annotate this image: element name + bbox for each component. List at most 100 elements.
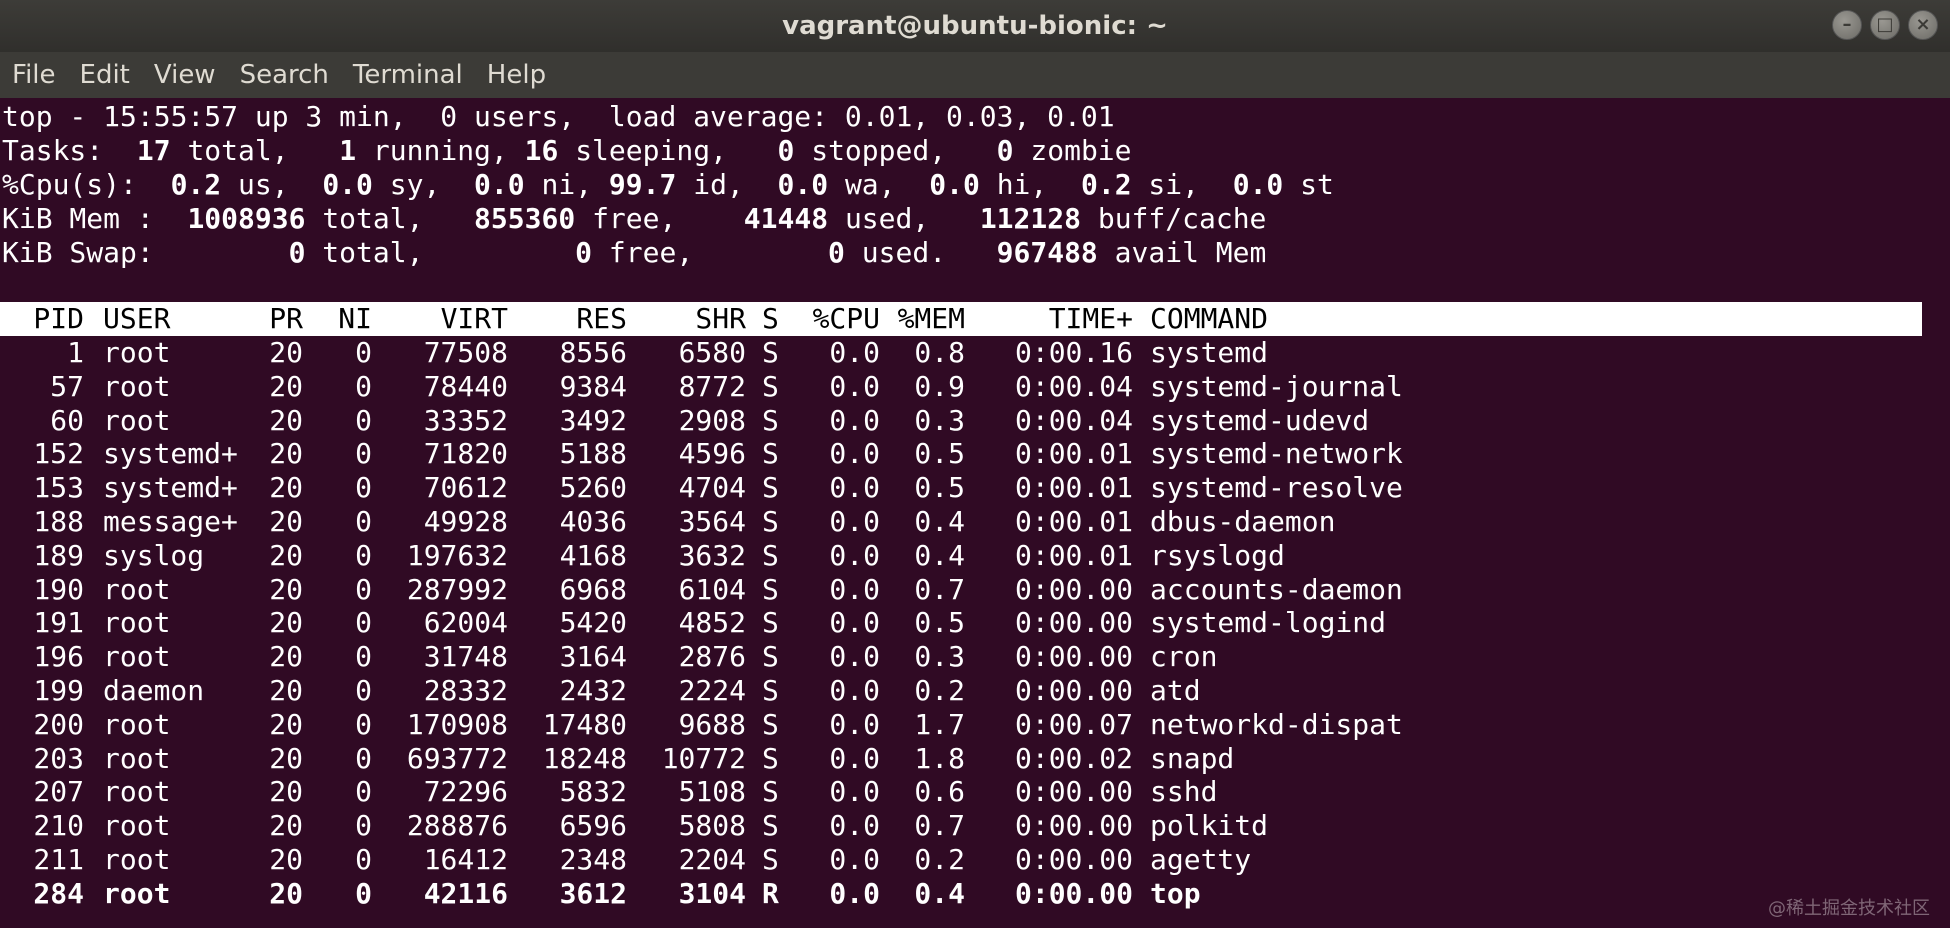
- cell-pid: 196: [33, 640, 84, 674]
- cell-pid: 203: [33, 741, 84, 775]
- header-shr: SHR: [695, 302, 746, 335]
- close-button[interactable]: ×: [1908, 10, 1938, 40]
- table-row: 153 systemd+ 20 0 70612 5260 4704 S 0.0 0.5 0:00.0…: [0, 471, 1922, 505]
- swap-line: KiB Swap: 0 total, 0 free, 0 used. 96748…: [2, 236, 1266, 270]
- cpu-sy: 0.0: [322, 168, 373, 201]
- cell-user: root: [103, 369, 171, 403]
- header-command: COMMAND: [1150, 302, 1269, 335]
- menu-view[interactable]: View: [142, 60, 228, 90]
- menu-search[interactable]: Search: [228, 60, 341, 90]
- cell-pr: 20: [269, 336, 303, 369]
- title-bar[interactable]: vagrant@ubuntu-bionic: ~ – □ ×: [0, 0, 1950, 52]
- cell-command: sshd: [1150, 775, 1218, 809]
- cell-mem: 0.5: [914, 471, 965, 505]
- tasks-label: Tasks:: [2, 134, 104, 167]
- cell-mem: 1.7: [914, 707, 965, 741]
- cell-user: message+: [103, 505, 238, 538]
- cell-cpu: 0.0: [829, 775, 880, 809]
- cell-pr: 20: [269, 437, 303, 471]
- uptime-line: top - 15:55:57 up 3 min, 0 users, load a…: [2, 100, 1115, 133]
- tasks-line: Tasks: 17 total, 1 running, 16 sleeping,…: [2, 134, 1132, 168]
- cell-command: systemd-udevd: [1150, 403, 1370, 437]
- cell-pr: 20: [269, 505, 303, 538]
- cell-virt: 72296: [423, 775, 508, 809]
- cell-pid: 199: [33, 674, 84, 707]
- cell-command: networkd-dispat: [1150, 707, 1403, 741]
- cell-pr: 20: [269, 809, 303, 843]
- table-row: 210 root 20 0 288876 6596 5808 S 0.0 0.7 0:00.00 po…: [0, 809, 1922, 843]
- cell-state: S: [762, 505, 779, 538]
- tasks-stopped: 0: [777, 134, 795, 167]
- cell-state: S: [762, 403, 779, 437]
- cell-cpu: 0.0: [829, 876, 880, 910]
- cpu-us-label: us,: [238, 168, 289, 201]
- table-row: 199 daemon 20 0 28332 2432 2224 S 0.0 0.2 0:00.00 a…: [0, 674, 1922, 708]
- cell-state: S: [762, 471, 779, 505]
- cell-user: systemd+: [103, 471, 238, 505]
- cell-cpu: 0.0: [829, 471, 880, 505]
- menu-edit[interactable]: Edit: [68, 60, 142, 90]
- cell-command: atd: [1150, 674, 1201, 707]
- header-pr: PR: [269, 302, 303, 335]
- cell-pid: 284: [33, 876, 84, 910]
- cell-pid: 191: [33, 606, 84, 640]
- cell-shr: 6104: [678, 572, 746, 606]
- cell-ni: 0: [355, 775, 372, 809]
- cell-shr: 6580: [678, 336, 746, 369]
- cell-mem: 0.7: [914, 572, 965, 606]
- cell-ni: 0: [355, 606, 372, 640]
- maximize-button[interactable]: □: [1870, 10, 1900, 40]
- minimize-button[interactable]: –: [1832, 10, 1862, 40]
- cell-res: 3612: [559, 876, 627, 910]
- mem-free: 855360: [474, 202, 576, 235]
- table-row: 1 root 20 0 77508 8556 6580 S 0.0 0.8 0:00.16 syste…: [0, 336, 1922, 370]
- cell-state: S: [762, 538, 779, 572]
- cell-virt: 31748: [423, 640, 508, 674]
- table-row: 191 root 20 0 62004 5420 4852 S 0.0 0.5 0:00.00 sys…: [0, 606, 1922, 640]
- cell-mem: 0.4: [914, 538, 965, 572]
- cpu-wa: 0.0: [777, 168, 829, 201]
- cell-pid: 1: [67, 336, 84, 369]
- header-mem: %MEM: [897, 302, 965, 335]
- cell-ni: 0: [355, 369, 372, 403]
- cell-ni: 0: [355, 336, 372, 369]
- cell-user: root: [103, 809, 171, 843]
- cpu-st: 0.0: [1232, 168, 1284, 201]
- menu-file[interactable]: File: [0, 60, 68, 90]
- cell-command: accounts-daemon: [1150, 572, 1403, 606]
- cell-pr: 20: [269, 572, 303, 606]
- cell-mem: 0.7: [914, 809, 965, 843]
- mem-line: KiB Mem : 1008936 total, 855360 free, 41…: [2, 202, 1266, 236]
- table-row: 188 message+ 20 0 49928 4036 3564 S 0.0 0.4 0:00.0…: [0, 505, 1922, 539]
- cell-ni: 0: [355, 403, 372, 437]
- cell-command: top: [1150, 876, 1201, 910]
- menu-help[interactable]: Help: [475, 60, 558, 90]
- cell-res: 6596: [559, 809, 627, 843]
- terminal-output[interactable]: top - 15:55:57 up 3 min, 0 users, load a…: [0, 100, 1950, 928]
- cell-user: root: [103, 572, 171, 606]
- menu-terminal[interactable]: Terminal: [341, 60, 475, 90]
- cell-pr: 20: [269, 876, 303, 910]
- cell-virt: 16412: [423, 843, 508, 876]
- cell-res: 2432: [559, 674, 627, 707]
- cell-command: systemd: [1150, 336, 1269, 369]
- cell-cpu: 0.0: [829, 640, 880, 674]
- cell-state: S: [762, 707, 779, 741]
- cell-ni: 0: [355, 876, 372, 910]
- cell-cpu: 0.0: [829, 843, 880, 876]
- cpu-label: %Cpu(s):: [2, 168, 137, 201]
- cell-pr: 20: [269, 775, 303, 809]
- cell-pid: 57: [50, 369, 84, 403]
- cell-pr: 20: [269, 369, 303, 403]
- cell-ni: 0: [355, 437, 372, 471]
- cell-command: dbus-daemon: [1150, 505, 1336, 538]
- cell-command: snapd: [1150, 741, 1235, 775]
- cell-state: S: [762, 369, 779, 403]
- cell-res: 3492: [559, 403, 627, 437]
- cell-cpu: 0.0: [829, 707, 880, 741]
- cell-time: 0:00.00: [1014, 572, 1133, 606]
- cell-virt: 70612: [423, 471, 508, 505]
- table-row: 60 root 20 0 33352 3492 2908 S 0.0 0.3 0:00.04 syst…: [0, 404, 1922, 438]
- cell-pid: 210: [33, 809, 84, 843]
- cell-state: S: [762, 674, 779, 707]
